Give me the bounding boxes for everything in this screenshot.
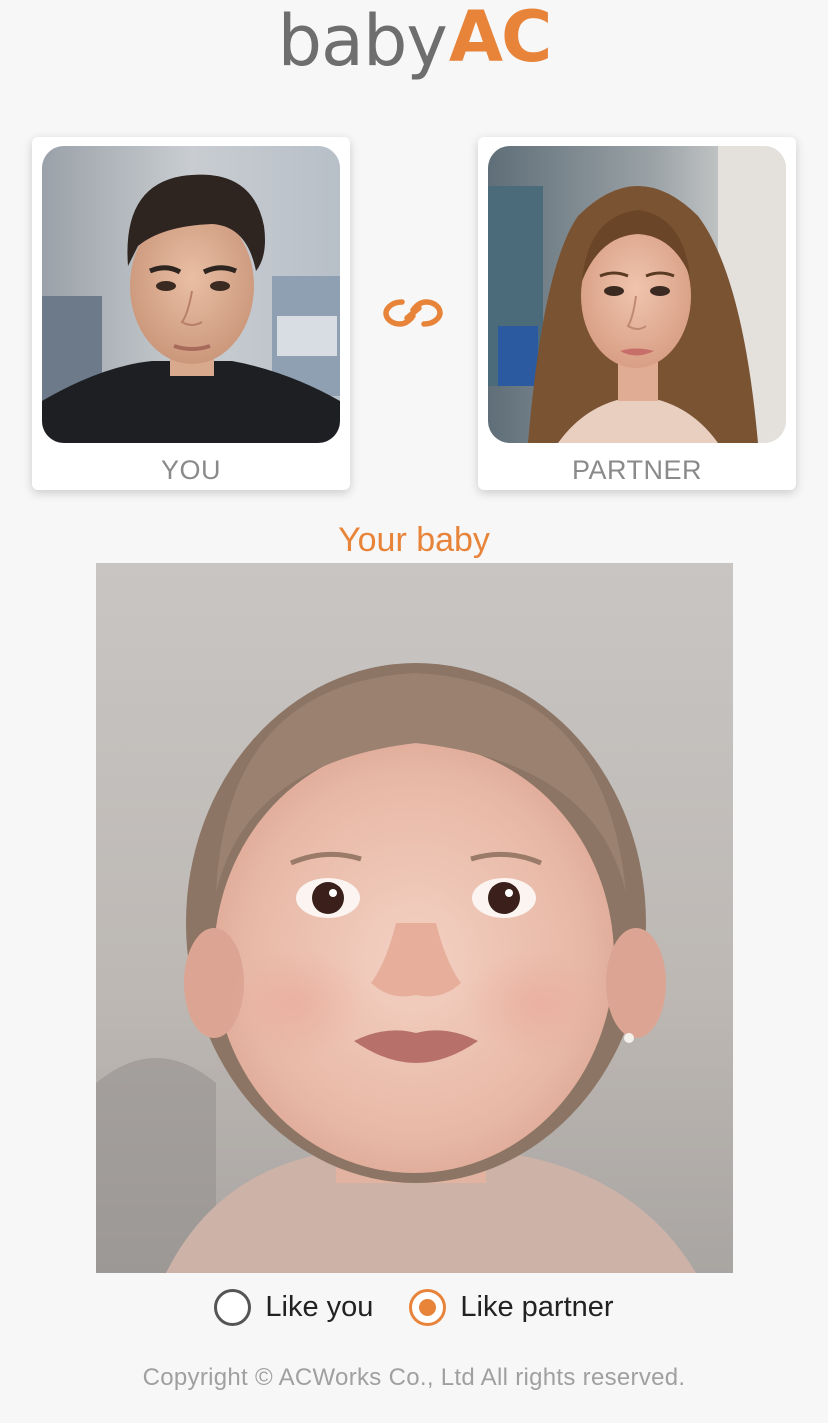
female-portrait-photo [488,146,786,443]
baby-photo [96,563,733,1273]
radio-like-partner[interactable] [409,1288,447,1326]
male-portrait-photo [42,146,340,443]
parent-card-partner[interactable]: PARTNER [478,137,796,490]
resemblance-options: Like you Like partner [0,1285,828,1329]
you-photo[interactable] [42,146,340,443]
app-logo: baby AC [0,0,828,110]
partner-photo[interactable] [488,146,786,443]
logo-text-baby: baby [277,0,448,82]
logo-text-ac: AC [448,0,553,78]
option-like-partner[interactable]: Like partner [409,1288,614,1326]
infinity-link-icon [383,299,443,327]
copyright-text: Copyright © ACWorks Co., Ltd All rights … [142,1364,686,1391]
option-like-you[interactable]: Like you [214,1288,374,1326]
radio-like-you[interactable] [214,1288,252,1326]
you-label: YOU [160,455,221,485]
option-like-partner-label: Like partner [460,1290,614,1323]
baby-portrait-photo [96,563,733,1273]
partner-label: PARTNER [571,455,703,485]
option-like-you-label: Like you [265,1290,374,1323]
app-screen: baby AC YOU PARTNER Your baby Like you L… [0,0,828,1423]
parent-card-you[interactable]: YOU [32,137,350,490]
result-title: Your baby [338,521,490,559]
